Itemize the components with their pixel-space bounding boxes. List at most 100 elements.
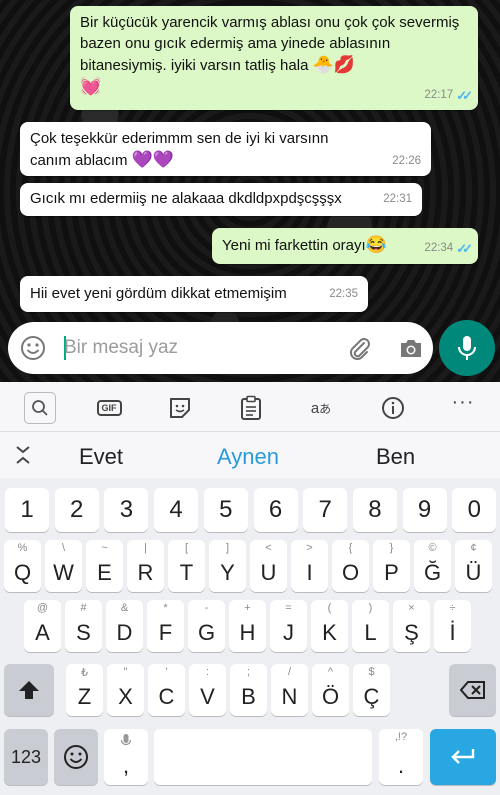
translate-icon[interactable]: aあ	[307, 394, 335, 422]
suggestion-word[interactable]: Evet	[79, 444, 123, 470]
key-secondary-label: @	[36, 602, 49, 614]
key-secondary-label: $	[368, 666, 375, 678]
key-8[interactable]: 8	[352, 488, 397, 532]
message-input[interactable]: Bir mesaj yaz	[64, 337, 178, 359]
key-4[interactable]: 4	[154, 488, 199, 532]
key-secondary-label: ¢	[470, 542, 477, 554]
key-w[interactable]: \ W	[45, 540, 82, 592]
key-label: G	[197, 620, 216, 645]
collapse-icon[interactable]	[14, 443, 32, 467]
keyboard-search-icon[interactable]	[24, 392, 56, 424]
emoji-key[interactable]	[54, 729, 98, 785]
period-key[interactable]: ,!?.	[379, 729, 423, 785]
attachment-icon[interactable]	[346, 335, 372, 361]
clipboard-icon[interactable]	[237, 394, 265, 422]
key-i̇[interactable]: ÷ İ	[434, 600, 471, 652]
message-text: Yeni mi farkettin orayı	[222, 237, 366, 254]
suggestion-word[interactable]: Ben	[376, 444, 415, 470]
key-t[interactable]: [T	[168, 540, 205, 592]
key-secondary-label: -	[204, 602, 209, 614]
space-key[interactable]	[154, 729, 372, 785]
gif-icon[interactable]: GIF	[95, 394, 123, 422]
more-options-icon[interactable]: ···	[449, 388, 477, 416]
key-j[interactable]: = J	[270, 600, 307, 652]
key-0[interactable]: 0	[452, 488, 497, 532]
key-p[interactable]: } P	[373, 540, 410, 592]
info-icon[interactable]	[379, 394, 407, 422]
key-f[interactable]: * F	[147, 600, 184, 652]
key-ö[interactable]: ^ Ö	[312, 664, 349, 716]
key-q[interactable]: % Q	[4, 540, 41, 592]
key-secondary-label: )	[368, 602, 373, 614]
key-6[interactable]: 6	[253, 488, 298, 532]
key-label: Y	[220, 560, 235, 585]
key-label: P	[384, 560, 399, 585]
key-x[interactable]: " X	[107, 664, 144, 716]
double-check-icon: ✓✓	[456, 241, 473, 256]
key-ü[interactable]: ¢ Ü	[455, 540, 492, 592]
key-label: 5	[219, 496, 233, 523]
key-b[interactable]: ; B	[230, 664, 267, 716]
key-a[interactable]: @ A	[24, 600, 61, 652]
key-2[interactable]: 2	[54, 488, 99, 532]
key-k[interactable]: (K	[311, 600, 348, 652]
microphone-icon	[458, 336, 476, 360]
key-secondary-label: &	[120, 602, 129, 614]
key-secondary-label: }	[389, 542, 394, 554]
key-label: L	[364, 620, 377, 645]
key-z[interactable]: ₺ Z	[66, 664, 103, 716]
key-s[interactable]: # S	[65, 600, 102, 652]
microphone-icon	[120, 734, 132, 746]
voice-record-button[interactable]	[439, 320, 495, 376]
key-7[interactable]: 7	[303, 488, 348, 532]
key-n[interactable]: / N	[271, 664, 308, 716]
key-label: 1	[20, 496, 34, 523]
key-label: D	[116, 620, 133, 645]
shift-key[interactable]	[4, 664, 54, 716]
key-ç[interactable]: $ Ç	[353, 664, 390, 716]
numbers-key[interactable]: 123	[4, 729, 48, 785]
key-h[interactable]: + H	[229, 600, 266, 652]
suggestion-word-highlighted[interactable]: Aynen	[217, 444, 279, 470]
comma-key[interactable]: ,	[104, 729, 148, 785]
key-l[interactable]: ) L	[352, 600, 389, 652]
key-v[interactable]: :V	[189, 664, 226, 716]
key-ğ[interactable]: © Ğ	[414, 540, 451, 592]
backspace-icon	[459, 681, 485, 699]
message-composer[interactable]: Bir mesaj yaz	[8, 322, 433, 374]
key-r[interactable]: | R	[127, 540, 164, 592]
message-bubble-incoming[interactable]: Gıcık mı edermiiş ne alakaaa dkdldpxpdşc…	[20, 183, 422, 216]
chat-area[interactable]: Bir küçücük yarencik varmış ablası onu ç…	[0, 0, 500, 382]
key-ş[interactable]: × Ş	[393, 600, 430, 652]
message-time: 22:31	[383, 193, 412, 205]
key-5[interactable]: 5	[203, 488, 248, 532]
key-i[interactable]: > I	[291, 540, 328, 592]
key-secondary-label: '	[165, 666, 168, 678]
sticker-icon[interactable]	[166, 394, 194, 422]
key-secondary-label: ÷	[449, 602, 456, 614]
message-bubble-incoming[interactable]: Çok teşekkür ederimmm sen de iyi ki vars…	[20, 122, 431, 176]
key-u[interactable]: < U	[250, 540, 287, 592]
key-c[interactable]: ' C	[148, 664, 185, 716]
message-bubble-incoming[interactable]: Hii evet yeni gördüm dikkat etmemişim 22…	[20, 276, 368, 312]
key-y[interactable]: ] Y	[209, 540, 246, 592]
message-text: Çok teşekkür ederimmm sen de iyi ki vars…	[30, 130, 329, 169]
key-e[interactable]: ~ E	[86, 540, 123, 592]
camera-icon[interactable]	[398, 336, 424, 360]
key-9[interactable]: 9	[402, 488, 447, 532]
backspace-key[interactable]	[449, 664, 496, 716]
key-label: J	[283, 620, 294, 645]
key-d[interactable]: & D	[106, 600, 143, 652]
message-bubble-outgoing[interactable]: Yeni mi farkettin orayı😂 22:34 ✓✓	[212, 228, 478, 264]
shift-icon	[19, 681, 39, 699]
emoji-icon[interactable]	[20, 335, 46, 361]
key-1[interactable]: 1	[5, 488, 49, 532]
key-o[interactable]: {O	[332, 540, 369, 592]
keyboard[interactable]: GIF aあ ··· Evet Aynen Ben 1 2 3 4 5 6 7 8 9 0% Q \ W…	[0, 382, 500, 795]
key-3[interactable]: 3	[104, 488, 149, 532]
key-label: 8	[368, 496, 382, 523]
key-g[interactable]: -G	[188, 600, 225, 652]
message-bubble-outgoing[interactable]: Bir küçücük yarencik varmış ablası onu ç…	[70, 6, 478, 110]
enter-key[interactable]	[430, 729, 496, 785]
message-time: 22:35	[329, 288, 358, 300]
